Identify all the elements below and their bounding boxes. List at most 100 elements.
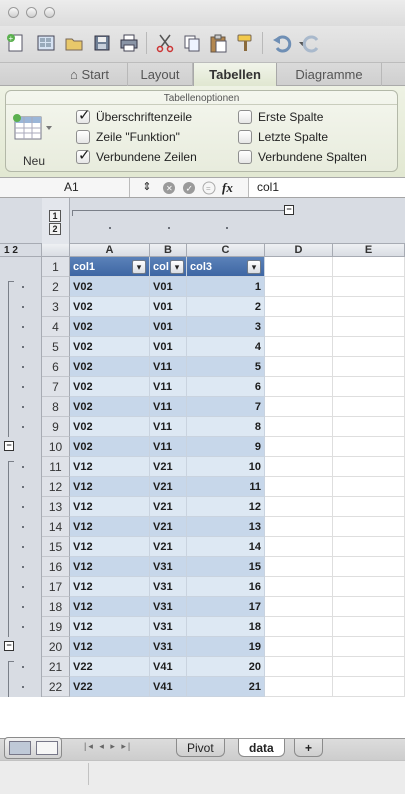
add-sheet-button[interactable]: +: [294, 739, 324, 757]
cell-col2[interactable]: V21: [150, 497, 187, 517]
row-group-collapse-button[interactable]: −: [4, 641, 14, 651]
row-number[interactable]: 4: [42, 317, 70, 337]
print-icon[interactable]: [117, 31, 141, 55]
zoom-window-button[interactable]: [44, 7, 55, 18]
cell-col2[interactable]: V11: [150, 397, 187, 417]
checkbox-header-row[interactable]: [76, 106, 91, 124]
name-box-stepper-icon[interactable]: ⇕: [140, 178, 154, 197]
cell-col3[interactable]: 5: [187, 357, 265, 377]
column-level-1-button[interactable]: 1: [49, 210, 61, 222]
cell-col2[interactable]: V01: [150, 297, 187, 317]
empty-cell[interactable]: [265, 577, 333, 597]
empty-cell[interactable]: [333, 557, 405, 577]
save-icon[interactable]: [90, 31, 114, 55]
empty-cell[interactable]: [265, 557, 333, 577]
formula-input[interactable]: col1: [248, 178, 405, 197]
column-group-collapse-button[interactable]: −: [284, 205, 294, 215]
filter-dropdown-icon[interactable]: ▾: [170, 260, 184, 274]
cell-col3[interactable]: 15: [187, 557, 265, 577]
option-last-column[interactable]: Letzte Spalte: [238, 129, 328, 145]
table-header-cell[interactable]: col3 ▾: [187, 257, 265, 277]
column-header-e[interactable]: E: [333, 244, 405, 257]
cell-col1[interactable]: V22: [70, 677, 150, 697]
empty-cell[interactable]: [333, 577, 405, 597]
new-document-icon[interactable]: +: [4, 31, 28, 55]
column-header-c[interactable]: C: [187, 244, 265, 257]
tab-layout[interactable]: Layout: [128, 63, 193, 86]
cell-col2[interactable]: V11: [150, 357, 187, 377]
formula-palette-icon[interactable]: =: [202, 178, 218, 197]
row-number[interactable]: 19: [42, 617, 70, 637]
filter-dropdown-icon[interactable]: ▾: [132, 260, 146, 274]
option-banded-columns[interactable]: Verbundene Spalten: [238, 149, 367, 165]
empty-cell[interactable]: [333, 617, 405, 637]
option-banded-rows[interactable]: Verbundene Zeilen: [76, 146, 197, 165]
option-header-row[interactable]: Überschriftenzeile: [76, 106, 192, 125]
cell-col3[interactable]: 20: [187, 657, 265, 677]
cell-col1[interactable]: V02: [70, 277, 150, 297]
checkbox-banded-rows[interactable]: [76, 146, 91, 164]
filter-dropdown-icon[interactable]: ▾: [247, 260, 261, 274]
checkbox-first-column[interactable]: [238, 110, 252, 124]
cell-col2[interactable]: V31: [150, 637, 187, 657]
empty-cell[interactable]: [333, 377, 405, 397]
cell-col3[interactable]: 11: [187, 477, 265, 497]
empty-cell[interactable]: [333, 517, 405, 537]
cell-col3[interactable]: 3: [187, 317, 265, 337]
empty-cell[interactable]: [333, 537, 405, 557]
cell-col3[interactable]: 9: [187, 437, 265, 457]
cell-col1[interactable]: V12: [70, 637, 150, 657]
column-header-d[interactable]: D: [265, 244, 333, 257]
cell-col3[interactable]: 19: [187, 637, 265, 657]
row-number[interactable]: 6: [42, 357, 70, 377]
empty-cell[interactable]: [333, 257, 405, 277]
cell-col2[interactable]: V01: [150, 337, 187, 357]
cell-col1[interactable]: V12: [70, 457, 150, 477]
empty-cell[interactable]: [265, 537, 333, 557]
row-number[interactable]: 15: [42, 537, 70, 557]
row-outline-levels[interactable]: 1 2: [0, 244, 42, 257]
format-brush-icon[interactable]: [234, 31, 258, 55]
checkbox-last-column[interactable]: [238, 130, 252, 144]
empty-cell[interactable]: [333, 397, 405, 417]
cell-col2[interactable]: V11: [150, 437, 187, 457]
cell-col2[interactable]: V01: [150, 317, 187, 337]
cell-col1[interactable]: V12: [70, 577, 150, 597]
cell-col3[interactable]: 18: [187, 617, 265, 637]
cell-col1[interactable]: V12: [70, 477, 150, 497]
empty-cell[interactable]: [333, 357, 405, 377]
select-all-corner[interactable]: [42, 244, 70, 257]
empty-cell[interactable]: [333, 417, 405, 437]
empty-cell[interactable]: [333, 497, 405, 517]
row-number[interactable]: 12: [42, 477, 70, 497]
cell-col1[interactable]: V02: [70, 377, 150, 397]
normal-view-icon[interactable]: [9, 741, 31, 755]
empty-cell[interactable]: [333, 597, 405, 617]
empty-cell[interactable]: [265, 677, 333, 697]
function-wizard-icon[interactable]: fx: [222, 178, 242, 197]
empty-cell[interactable]: [265, 277, 333, 297]
cell-col1[interactable]: V02: [70, 437, 150, 457]
cell-col1[interactable]: V02: [70, 317, 150, 337]
empty-cell[interactable]: [333, 677, 405, 697]
cell-col1[interactable]: V12: [70, 617, 150, 637]
empty-cell[interactable]: [333, 657, 405, 677]
cell-col2[interactable]: V01: [150, 277, 187, 297]
redo-icon[interactable]: [300, 31, 324, 55]
empty-cell[interactable]: [265, 397, 333, 417]
row-number[interactable]: 16: [42, 557, 70, 577]
cell-col3[interactable]: 4: [187, 337, 265, 357]
option-first-column[interactable]: Erste Spalte: [238, 109, 323, 125]
close-window-button[interactable]: [8, 7, 19, 18]
row-number[interactable]: 8: [42, 397, 70, 417]
cell-col3[interactable]: 1: [187, 277, 265, 297]
cell-col3[interactable]: 17: [187, 597, 265, 617]
table-header-cell[interactable]: col1 ▾: [70, 257, 150, 277]
checkbox-total-row[interactable]: [76, 130, 90, 144]
row-number[interactable]: 13: [42, 497, 70, 517]
empty-cell[interactable]: [265, 337, 333, 357]
cell-col3[interactable]: 14: [187, 537, 265, 557]
cell-col2[interactable]: V41: [150, 657, 187, 677]
empty-cell[interactable]: [265, 617, 333, 637]
row-group-collapse-button[interactable]: −: [4, 441, 14, 451]
